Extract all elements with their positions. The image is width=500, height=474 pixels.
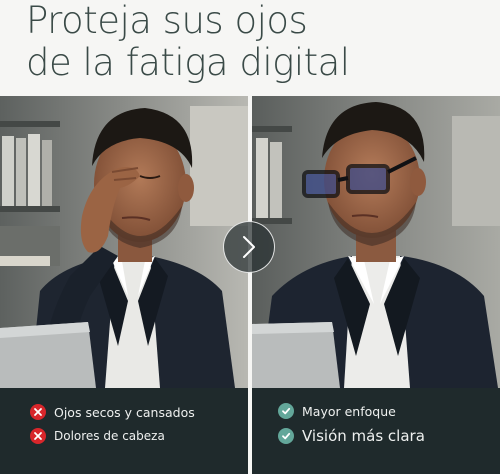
next-arrow-button[interactable] bbox=[223, 221, 275, 273]
benefit-label: Mayor enfoque bbox=[302, 403, 396, 419]
list-item: Mayor enfoque bbox=[278, 403, 396, 419]
headline-line-1: Proteja sus ojos bbox=[26, 0, 308, 42]
x-icon bbox=[30, 428, 46, 444]
after-panel: Mayor enfoque Visión más clara bbox=[252, 96, 500, 474]
man-with-glasses-photo bbox=[252, 96, 500, 388]
before-info-box: Ojos secos y cansados Dolores de cabeza bbox=[0, 388, 248, 474]
issue-label: Dolores de cabeza bbox=[54, 429, 165, 443]
benefit-label: Visión más clara bbox=[302, 427, 425, 445]
headline-line-2: de la fatiga digital bbox=[26, 41, 350, 84]
issue-label: Ojos secos y cansados bbox=[54, 404, 195, 420]
headline: Proteja sus ojos de la fatiga digital bbox=[26, 0, 350, 84]
x-icon bbox=[30, 404, 46, 420]
comparison-panels: Ojos secos y cansados Dolores de cabeza bbox=[0, 96, 500, 474]
list-item: Ojos secos y cansados bbox=[30, 404, 195, 420]
after-info-box: Mayor enfoque Visión más clara bbox=[252, 388, 500, 474]
list-item: Visión más clara bbox=[278, 427, 425, 445]
check-icon bbox=[278, 428, 294, 444]
tired-man-photo bbox=[0, 96, 248, 388]
chevron-right-icon bbox=[243, 236, 255, 258]
check-icon bbox=[278, 403, 294, 419]
list-item: Dolores de cabeza bbox=[30, 428, 165, 444]
before-panel: Ojos secos y cansados Dolores de cabeza bbox=[0, 96, 248, 474]
